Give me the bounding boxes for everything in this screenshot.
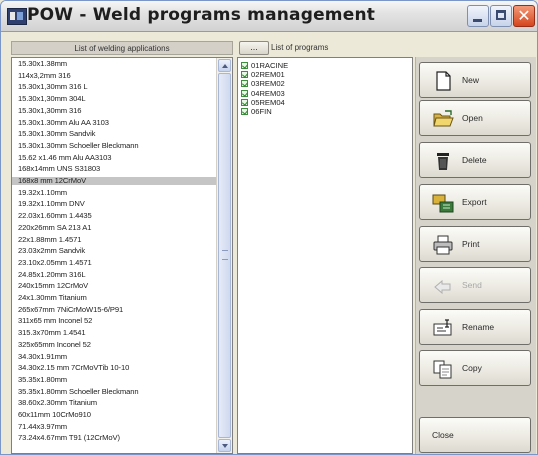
delete-button[interactable]: Delete [419,142,531,178]
programs-browse-button[interactable]: ... [239,41,269,55]
rename-icon [433,319,452,336]
application-item[interactable]: 34.30x1.91mm [12,353,218,361]
application-item[interactable]: 15.62 x1.46 mm Alu AA3103 [12,154,218,162]
minimize-button[interactable] [467,5,489,27]
application-item[interactable]: 15.30x1.30mm Schoeller Bleckmann [12,142,218,150]
application-item[interactable]: 23.10x2.05mm 1.4571 [12,259,218,267]
window-title: POW - Weld programs management [27,5,376,25]
close-window-button[interactable]: ✕ [513,5,535,27]
application-item[interactable]: 168x14mm UNS S31803 [12,165,218,173]
pow-window: POW - Weld programs management ✕ List of… [0,0,538,455]
program-item[interactable]: 03REM02 [241,79,285,88]
applications-list[interactable]: 15.30x1.38mm 114x3,2mm 316 15.30x1,30mm 31… [11,57,233,454]
copy-icon [433,360,452,379]
app-icon [7,8,27,25]
export-icon [432,194,454,213]
application-item[interactable]: 24x1.30mm Titanium [12,294,218,302]
close-icon: ✕ [517,6,531,25]
program-label: 04REM03 [251,88,285,98]
applications-header: List of welding applications [11,41,233,55]
applications-scrollbar[interactable] [216,58,232,453]
rename-button[interactable]: Rename [419,309,531,345]
program-label: 03REM02 [251,79,285,89]
send-button[interactable]: Send [419,267,531,303]
application-item[interactable]: 60x11mm 10CrMo910 [12,411,218,419]
new-button[interactable]: New [419,62,531,98]
checkbox-icon[interactable] [241,80,248,88]
program-item[interactable]: 02REM01 [241,70,285,79]
program-label: 02REM01 [251,70,285,80]
printer-icon [433,235,453,255]
scroll-down-arrow-icon[interactable] [218,439,231,452]
application-item[interactable]: 19.32x1.10mm DNV [12,200,218,208]
application-item[interactable]: 34.30x2.15 mm 7CrMoVTib 10-10 [12,364,218,372]
program-label: 06FIN [251,107,272,116]
program-item[interactable]: 06FIN [241,107,272,116]
application-item[interactable]: 19.32x1.10mm [12,189,218,197]
application-item[interactable]: 315.3x70mm 1.4541 [12,329,218,337]
grip-icon [222,250,228,260]
print-button[interactable]: Print [419,226,531,262]
application-item[interactable]: 15.30x1.30mm Sandvik [12,130,218,138]
scroll-up-arrow-icon[interactable] [218,59,231,72]
application-item[interactable]: 73.24x4.67mm T91 (12CrMoV) [12,434,218,442]
scroll-thumb[interactable] [218,73,231,438]
application-item[interactable]: 22.03x1.60mm 1.4435 [12,212,218,220]
application-item[interactable]: 220x26mm SA 213 A1 [12,224,218,232]
application-item[interactable]: 15.30x1.38mm [12,60,218,68]
maximize-button[interactable] [490,5,512,27]
copy-button[interactable]: Copy [419,350,531,386]
export-button[interactable]: Export [419,184,531,220]
application-item[interactable]: 35.35x1.80mm Schoeller Bleckmann [12,388,218,396]
close-button[interactable]: Close [419,417,531,453]
application-item[interactable]: 35.35x1.80mm [12,376,218,384]
application-item[interactable]: 22x1.88mm 1.4571 [12,236,218,244]
new-document-icon [436,71,451,91]
action-panel: New Open Delete Export Print Send Rename… [415,57,536,454]
application-item[interactable]: 15.30x1,30mm 304L [12,95,218,103]
application-item[interactable]: 23.03x2mm Sandvik [12,247,218,255]
checkbox-icon[interactable] [241,89,248,97]
application-item[interactable]: 15.30x1,30mm 316 [12,107,218,115]
application-item[interactable]: 15.30x1.30mm Alu AA 3103 [12,119,218,127]
application-item[interactable]: 24.85x1.20mm 316L [12,271,218,279]
checkbox-icon[interactable] [241,62,248,69]
send-icon [434,279,451,295]
application-item[interactable]: 265x67mm 7NiCrMoW15-6/P91 [12,306,218,314]
programs-list[interactable]: 01RACINE 02REM01 03REM02 04REM03 05REM04 06FI… [237,57,413,454]
program-label: 05REM04 [251,97,285,107]
application-item[interactable]: 311x65 mm Inconel 52 [12,317,218,325]
program-item[interactable]: 01RACINE [241,61,288,70]
program-item[interactable]: 05REM04 [241,98,285,107]
application-item[interactable]: 71.44x3.97mm [12,423,218,431]
checkbox-icon[interactable] [241,108,248,115]
programs-header: List of programs [271,43,329,52]
trash-icon [437,153,449,170]
program-item[interactable]: 04REM03 [241,89,285,98]
application-item[interactable]: 240x15mm 12CrMoV [12,282,218,290]
application-item[interactable]: 114x3,2mm 316 [12,72,218,80]
checkbox-icon[interactable] [241,98,248,106]
application-item[interactable]: 38.60x2.30mm Titanium [12,399,218,407]
folder-open-icon [433,110,454,127]
program-label: 01RACINE [251,61,289,70]
open-button[interactable]: Open [419,100,531,136]
application-item[interactable]: 15.30x1,30mm 316 L [12,83,218,91]
application-item[interactable]: 168x8 mm 12CrMoV [12,177,218,185]
application-item[interactable]: 325x65mm Inconel 52 [12,341,218,349]
checkbox-icon[interactable] [241,71,248,79]
title-bar[interactable]: POW - Weld programs management ✕ [1,1,537,32]
